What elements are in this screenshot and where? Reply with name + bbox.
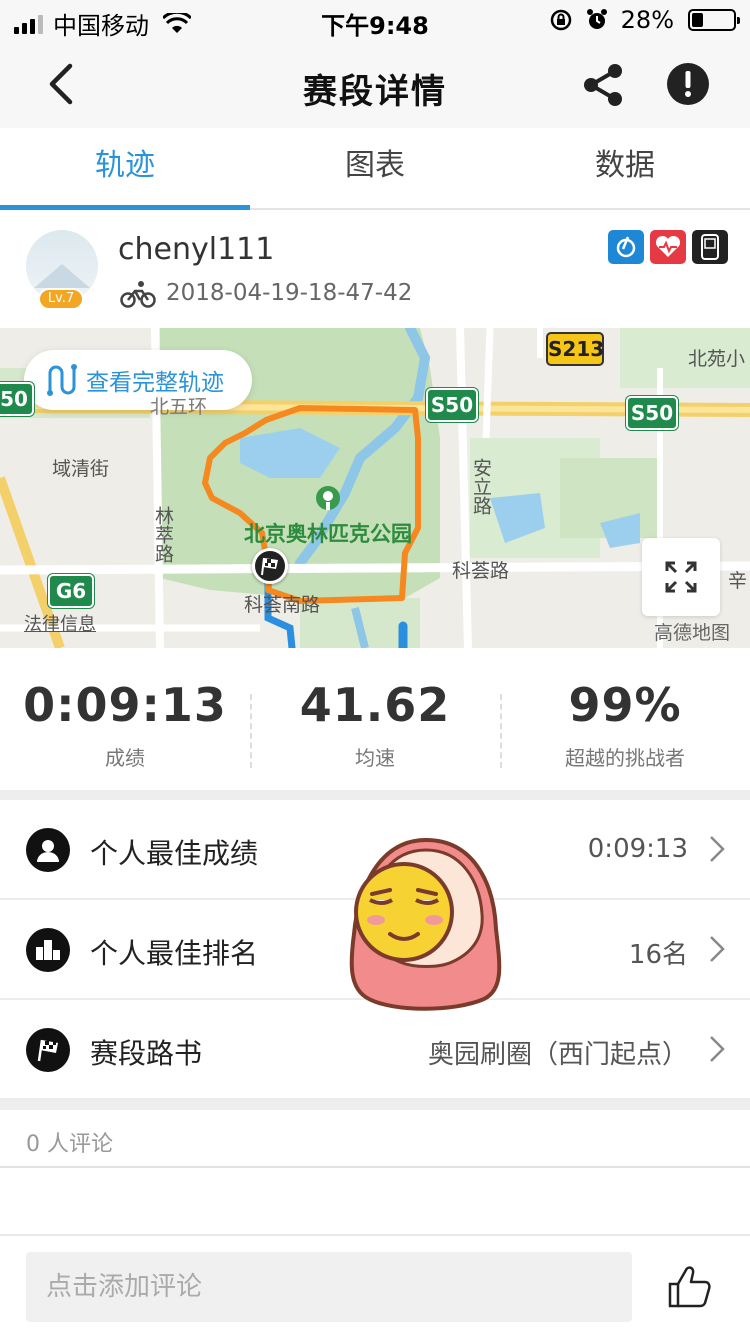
road-shield-s50-right: S50: [626, 396, 678, 430]
section-separator: [0, 790, 750, 800]
tab-chart[interactable]: 图表: [250, 128, 500, 208]
level-badge: Lv.7: [38, 288, 84, 310]
map-view[interactable]: 查看完整轨迹 S213 北苑小 50 北五环 S50 S50 域清街 安立路 林…: [0, 328, 750, 648]
comment-divider: [0, 1166, 750, 1168]
stat-avg-speed-value: 41.62: [299, 678, 451, 732]
map-label-beiyuan: 北苑小: [688, 348, 746, 370]
comment-input[interactable]: [26, 1252, 632, 1322]
gps-device-icon: [692, 230, 728, 264]
stat-result: 0:09:13 成绩: [0, 648, 250, 790]
thumbs-up-icon[interactable]: [666, 1264, 712, 1310]
row-personal-best-value: 0:09:13: [587, 834, 688, 864]
stat-surpassed-label: 超越的挑战者: [565, 746, 685, 770]
map-legal-link[interactable]: 法律信息: [24, 610, 96, 636]
username[interactable]: chenyl111: [118, 232, 274, 267]
section-separator: [0, 1100, 750, 1110]
map-label-kehui: 科荟路: [452, 560, 510, 582]
battery-fill: [692, 13, 703, 27]
stat-surpassed: 99% 超越的挑战者: [500, 648, 750, 790]
checkered-flag-icon: [261, 557, 278, 576]
page-title: 赛段详情: [303, 72, 447, 112]
tab-data[interactable]: 数据: [500, 128, 750, 208]
tab-track[interactable]: 轨迹: [0, 128, 250, 210]
chevron-right-icon: [710, 1036, 725, 1062]
row-personal-rank-value: 16名: [628, 940, 688, 970]
stat-result-value: 0:09:13: [23, 678, 227, 732]
status-right: 28%: [549, 6, 740, 34]
strava-icon: [608, 230, 644, 264]
heart-rate-icon: [650, 230, 686, 264]
report-icon[interactable]: [666, 62, 710, 106]
map-label-anli: 安立路: [470, 458, 492, 515]
map-label-park: 北京奥林匹克公园: [244, 522, 412, 546]
share-icon[interactable]: [580, 62, 626, 108]
user-row: chenyl111 2018-04-19-18-47-42: [0, 210, 750, 328]
stat-result-label: 成绩: [105, 746, 145, 770]
map-label-yuqing: 域清街: [52, 458, 110, 480]
comment-bar: [0, 1234, 750, 1334]
stats-panel: 0:09:13 成绩 41.62 均速 99% 超越的挑战者: [0, 648, 750, 790]
podium-icon: [26, 928, 70, 972]
row-personal-rank-label: 个人最佳排名: [90, 937, 259, 970]
person-icon: [26, 828, 70, 872]
expand-icon: [665, 561, 697, 593]
emoji-sticker: [349, 837, 502, 1011]
alarm-icon: [586, 9, 607, 29]
device-icons: [608, 230, 728, 264]
start-flag-marker[interactable]: [252, 548, 288, 584]
road-shield-s50-left: 50: [0, 382, 34, 416]
map-label-kehui-south: 科荟南路: [244, 594, 321, 616]
row-segment-roadbook[interactable]: 赛段路书 奥园刷圈（西门起点）: [0, 1000, 750, 1100]
rotation-lock-icon: [550, 9, 571, 31]
map-provider-logo: 高德地图: [654, 622, 731, 644]
nav-bar: 赛段详情: [0, 40, 750, 128]
row-segment-roadbook-value: 奥园刷圈（西门起点）: [427, 1040, 688, 1070]
road-shield-s213: S213: [546, 332, 604, 366]
bike-icon: [120, 281, 156, 308]
comment-count: 0 人评论: [26, 1132, 113, 1157]
stat-avg-speed: 41.62 均速: [250, 648, 500, 790]
map-label-xin: 辛: [728, 570, 748, 592]
row-personal-best-label: 个人最佳成绩: [90, 837, 259, 870]
battery-percent: 28%: [620, 6, 674, 34]
track-route-icon: [47, 364, 77, 396]
tab-bar: 轨迹 图表 数据: [0, 128, 750, 210]
status-bar: 中国移动 下午9:48 28%: [0, 0, 750, 40]
map-label-beiwuhuan: 北五环: [150, 396, 208, 418]
stat-surpassed-value: 99%: [568, 678, 682, 732]
ride-datetime: 2018-04-19-18-47-42: [166, 280, 413, 306]
battery-icon: [688, 9, 740, 31]
road-shield-g6: G6: [48, 574, 94, 608]
map-label-linsui: 林萃路: [152, 506, 174, 563]
checkered-flag-icon: [26, 1028, 70, 1072]
chevron-right-icon: [710, 836, 725, 862]
stat-avg-speed-label: 均速: [355, 746, 395, 770]
view-full-track-button[interactable]: 查看完整轨迹: [24, 350, 252, 410]
chevron-right-icon: [710, 936, 725, 962]
fullscreen-button[interactable]: [642, 538, 720, 616]
road-shield-s50-mid: S50: [426, 388, 478, 422]
row-segment-roadbook-label: 赛段路书: [90, 1037, 203, 1070]
